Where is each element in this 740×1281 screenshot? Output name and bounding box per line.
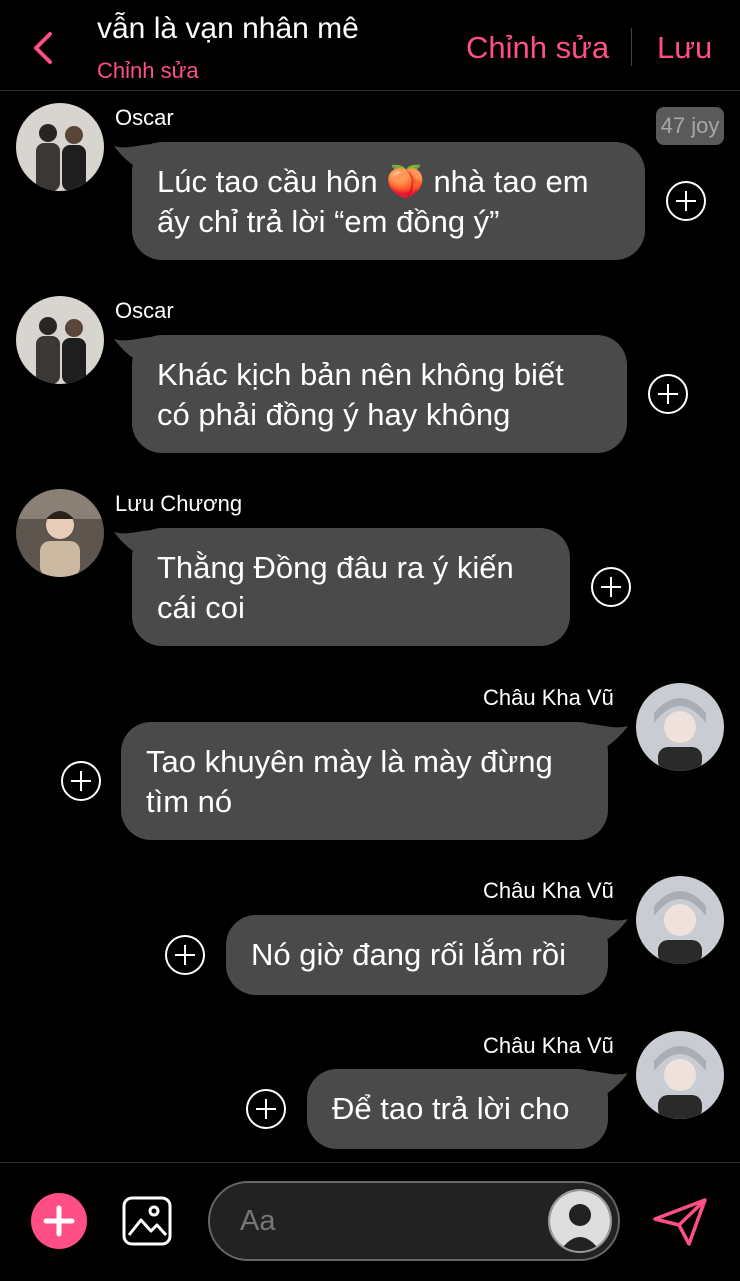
header-divider (631, 28, 632, 66)
reaction-badge: 47 joy (656, 107, 724, 145)
conversation-subtitle[interactable]: Chỉnh sửa (97, 58, 199, 84)
avatar-oscar[interactable] (16, 296, 104, 384)
message-input[interactable]: Aa (208, 1181, 620, 1261)
add-reaction-button[interactable] (164, 934, 206, 976)
message-bubble[interactable]: Tao khuyên mày là mày đừng tìm nó (121, 722, 608, 840)
user-silhouette-icon[interactable] (548, 1189, 612, 1253)
composer-bar: Aa (0, 1162, 740, 1281)
message-bubble[interactable]: Thằng Đồng đâu ra ý kiến cái coi (132, 528, 570, 646)
message-bubble[interactable]: Khác kịch bản nên không biết có phải đồn… (132, 335, 627, 453)
add-reaction-button[interactable] (590, 566, 632, 608)
avatar-luu-chuong[interactable] (16, 489, 104, 577)
sender-name: Châu Kha Vũ (483, 685, 614, 710)
add-reaction-button[interactable] (665, 180, 707, 222)
sender-name: Lưu Chương (115, 491, 243, 516)
conversation-title: vẫn là vạn nhân mê (97, 12, 359, 45)
header: vẫn là vạn nhân mê Chỉnh sửa Chỉnh sửa L… (0, 0, 740, 91)
add-reaction-button[interactable] (647, 373, 689, 415)
avatar-chau-kha-vu[interactable] (636, 683, 724, 771)
message-bubble[interactable]: Nó giờ đang rối lắm rồi (226, 915, 608, 995)
send-icon[interactable] (651, 1197, 709, 1247)
sender-name: Oscar (115, 105, 174, 130)
add-reaction-button[interactable] (245, 1088, 287, 1130)
avatar-oscar[interactable] (16, 103, 104, 191)
save-button[interactable]: Lưu (657, 30, 712, 66)
back-chevron-icon[interactable] (26, 26, 66, 70)
sender-name: Châu Kha Vũ (483, 1033, 614, 1058)
avatar-chau-kha-vu[interactable] (636, 1031, 724, 1119)
message-bubble[interactable]: Để tao trả lời cho (307, 1069, 608, 1149)
message-bubble[interactable]: Lúc tao cầu hôn 🍑 nhà tao em ấy chỉ trả … (132, 142, 645, 260)
sender-name: Oscar (115, 298, 174, 323)
avatar-chau-kha-vu[interactable] (636, 876, 724, 964)
plus-icon[interactable] (31, 1193, 87, 1249)
edit-button[interactable]: Chỉnh sửa (466, 30, 609, 66)
sender-name: Châu Kha Vũ (483, 878, 614, 903)
add-reaction-button[interactable] (60, 760, 102, 802)
image-icon[interactable] (121, 1195, 173, 1247)
